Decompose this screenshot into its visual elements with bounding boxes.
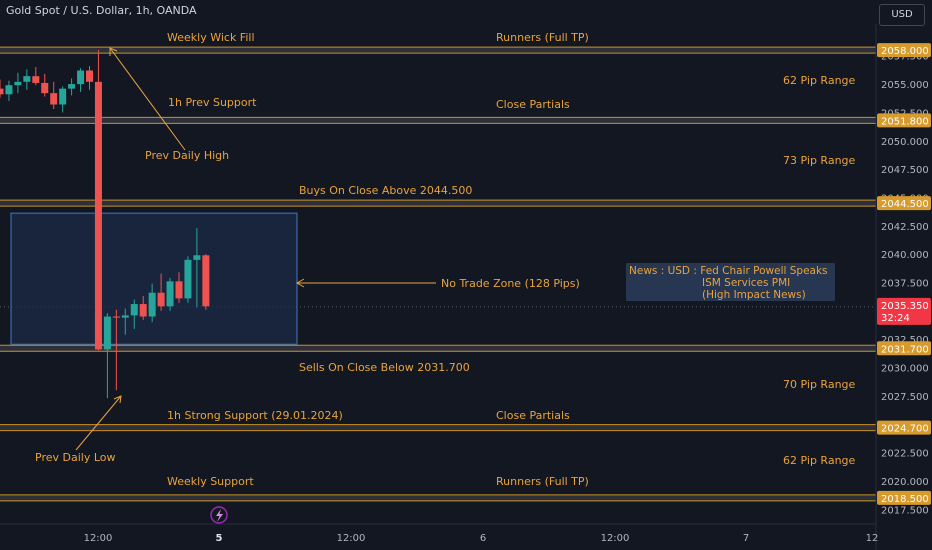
news-line-2: ISM Services PMI: [702, 277, 790, 289]
current-price-label: 2035.350: [881, 301, 929, 312]
1h-prev-support-label: 1h Prev Support: [168, 96, 257, 109]
news-line-3: (High Impact News): [702, 289, 806, 301]
sells-below-label: Sells On Close Below 2031.700: [299, 361, 470, 374]
level-price-label-3: 2031.700: [881, 344, 929, 355]
time-tick-0: 12:00: [84, 533, 113, 544]
level-band-2: [0, 199, 876, 207]
time-tick-1: 5: [216, 533, 223, 544]
news-line-1: News : USD : Fed Chair Powell Speaks: [629, 265, 828, 277]
candle-body-15: [130, 304, 138, 316]
pip-range-62-bottom-label: 62 Pip Range: [783, 454, 856, 467]
price-tick-15: 2020.000: [881, 477, 929, 488]
level-price-label-0: 2058.000: [881, 46, 929, 57]
buys-above-label: Buys On Close Above 2044.500: [299, 184, 472, 197]
candle-body-17: [148, 292, 156, 317]
time-tick-2: 12:00: [337, 533, 366, 544]
price-tick-8: 2037.500: [881, 279, 929, 290]
candle-body-10: [86, 70, 93, 82]
candle-body-20: [175, 281, 183, 299]
pip-range-73-label: 73 Pip Range: [783, 154, 856, 167]
runners-top-label: Runners (Full TP): [496, 31, 589, 44]
level-band-4: [0, 424, 876, 432]
price-tick-3: 2050.000: [881, 137, 929, 148]
time-tick-5: 7: [743, 533, 749, 544]
level-band-5: [0, 494, 876, 502]
chart-window[interactable]: Weekly Wick Fill Runners (Full TP) 62 Pip …: [0, 0, 932, 550]
candle-body-14: [121, 315, 129, 318]
time-tick-3: 6: [480, 533, 486, 544]
prev-daily-low-label: Prev Daily Low: [35, 451, 116, 464]
level-band-3: [0, 344, 876, 352]
candle-body-2: [14, 81, 22, 86]
prev-daily-high-label: Prev Daily High: [145, 149, 229, 162]
runners-bottom-label: Runners (Full TP): [496, 475, 589, 488]
level-price-label-1: 2051.800: [881, 116, 929, 127]
level-price-label-5: 2018.500: [881, 494, 929, 505]
pip-range-70-label: 70 Pip Range: [783, 378, 856, 391]
time-tick-6: 12: [866, 533, 879, 544]
candle-body-3: [23, 76, 31, 82]
candle-body-19: [166, 281, 174, 307]
price-tick-16: 2017.500: [881, 505, 929, 516]
candle-body-5: [41, 82, 49, 94]
level-band-1: [0, 116, 876, 124]
no-trade-zone-box[interactable]: [10, 212, 298, 345]
price-tick-11: 2030.000: [881, 364, 929, 375]
candle-body-22: [193, 255, 201, 260]
candle-body-8: [68, 84, 76, 89]
currency-button[interactable]: USD: [879, 4, 925, 26]
candle-body-6: [50, 93, 58, 105]
candle-body-13: [112, 316, 120, 318]
weekly-support-label: Weekly Support: [167, 475, 254, 488]
no-trade-zone-label: No Trade Zone (128 Pips): [441, 277, 580, 290]
close-partials-bottom-label: Close Partials: [496, 409, 570, 422]
candle-body-0: [0, 88, 4, 95]
level-band-0: [0, 46, 876, 54]
price-tick-4: 2047.500: [881, 165, 929, 176]
candle-body-12: [103, 316, 111, 350]
chart-canvas[interactable]: Weekly Wick Fill Runners (Full TP) 62 Pip …: [0, 0, 932, 550]
candle-body-23: [202, 255, 210, 307]
symbol-title: Gold Spot / U.S. Dollar, 1h, OANDA: [6, 4, 197, 17]
candle-body-1: [5, 85, 13, 95]
pip-range-62-top-label: 62 Pip Range: [783, 74, 856, 87]
price-tick-7: 2040.000: [881, 250, 929, 261]
price-tick-12: 2027.500: [881, 392, 929, 403]
level-price-label-4: 2024.700: [881, 424, 929, 435]
candle-body-21: [184, 259, 192, 299]
candle-body-7: [59, 88, 67, 105]
price-tick-14: 2022.500: [881, 449, 929, 460]
price-tick-6: 2042.500: [881, 222, 929, 233]
candle-body-16: [139, 304, 147, 317]
events-lightning-icon-bolt: [216, 509, 223, 522]
countdown-label: 32:24: [881, 313, 910, 324]
level-price-label-2: 2044.500: [881, 199, 929, 210]
candle-body-18: [157, 292, 165, 307]
price-tick-1: 2055.000: [881, 80, 929, 91]
close-partials-top-label: Close Partials: [496, 98, 570, 111]
prev-daily-low-arrow: [75, 395, 122, 451]
candle-body-4: [32, 76, 40, 83]
candle-body-11: [94, 81, 102, 350]
candle-body-9: [77, 70, 85, 85]
time-tick-4: 12:00: [601, 533, 630, 544]
weekly-wick-fill-label: Weekly Wick Fill: [167, 31, 255, 44]
1h-strong-support-label: 1h Strong Support (29.01.2024): [167, 409, 343, 422]
